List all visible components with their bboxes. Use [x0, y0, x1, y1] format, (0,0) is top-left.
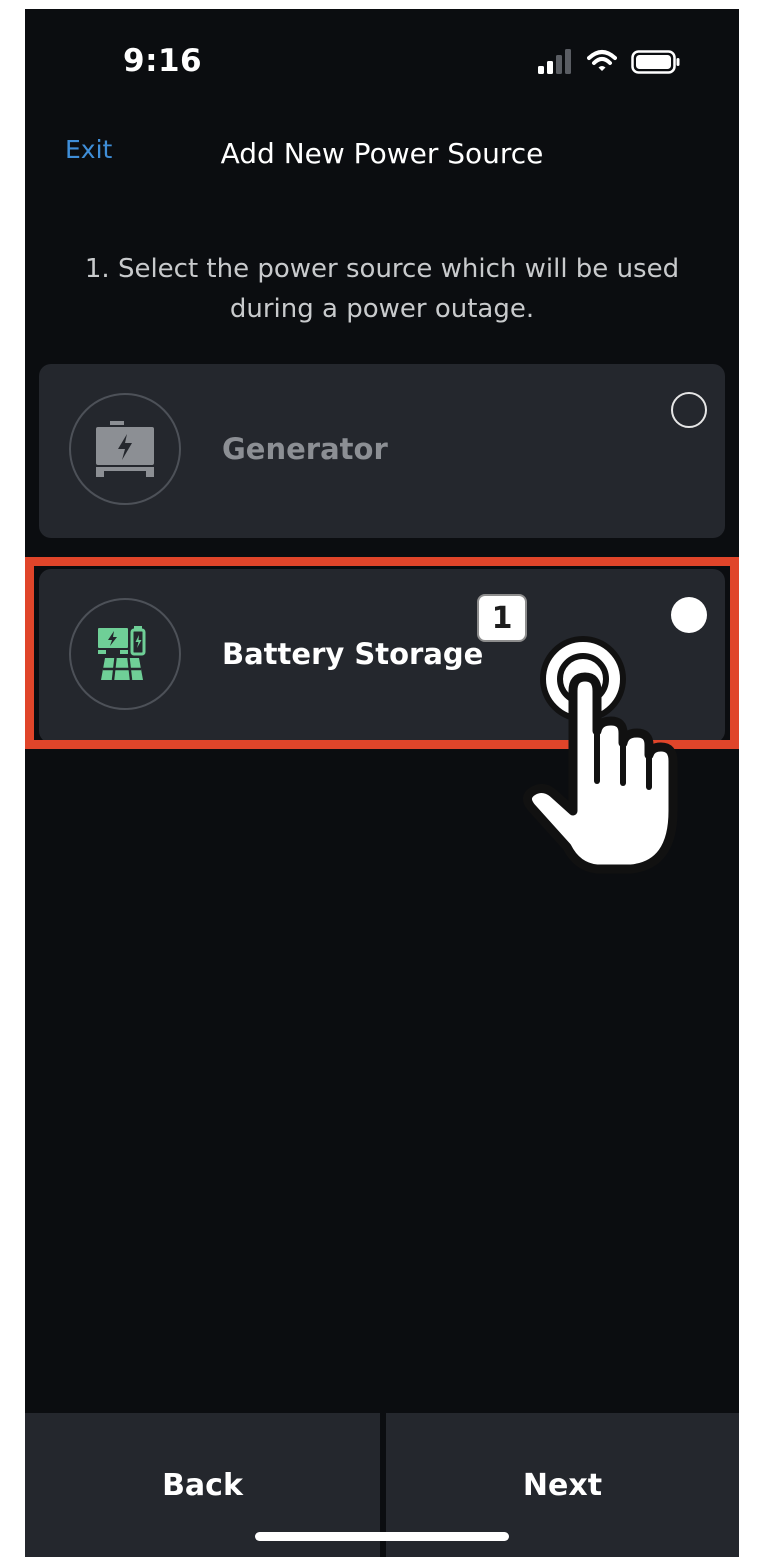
home-indicator[interactable] — [255, 1532, 509, 1541]
battery-storage-icon-circle — [69, 598, 181, 710]
generator-icon-circle — [69, 393, 181, 505]
status-time: 9:16 — [123, 43, 203, 79]
cellular-signal-icon — [538, 49, 571, 74]
battery-icon — [631, 50, 680, 74]
wifi-icon — [587, 50, 617, 71]
phone-screen: 9:16 Exit Add New Power Source 1. Select… — [25, 9, 739, 1557]
tap-hand-pointer-icon — [523, 636, 678, 874]
page-title: Add New Power Source — [25, 137, 739, 170]
generator-icon — [96, 421, 154, 477]
instruction-text: 1. Select the power source which will be… — [84, 254, 680, 324]
battery-storage-icon — [98, 626, 146, 681]
option-battery-storage-label: Battery Storage — [222, 637, 484, 671]
page-title-text: Add New Power Source — [220, 137, 544, 170]
option-generator[interactable]: Generator — [39, 364, 725, 538]
option-generator-label: Generator — [222, 432, 388, 466]
radio-generator[interactable] — [671, 392, 707, 428]
